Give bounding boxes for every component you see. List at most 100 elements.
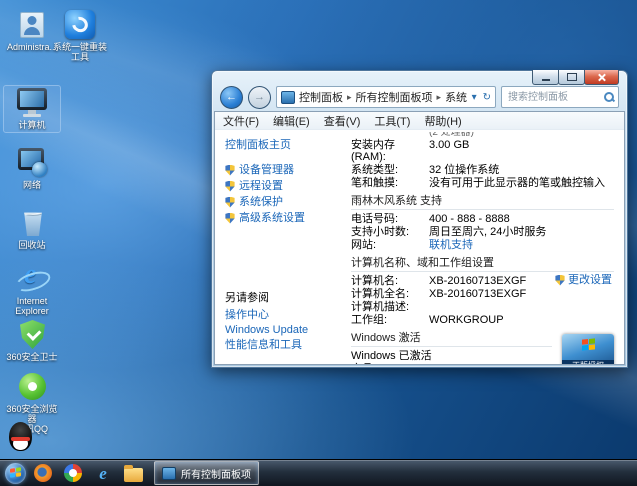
search-icon[interactable] xyxy=(604,92,614,102)
system-icon xyxy=(281,91,295,104)
uac-shield-icon xyxy=(225,197,235,208)
close-icon xyxy=(597,73,606,82)
forward-button[interactable]: → xyxy=(248,86,271,109)
sidebar-item-label: 远程设置 xyxy=(239,180,283,192)
breadcrumb-system[interactable]: 系统 xyxy=(445,89,467,105)
minimize-button[interactable] xyxy=(532,70,559,85)
row-label: 计算机描述: xyxy=(351,301,429,313)
desktop-icon-recycle-bin[interactable]: 回收站 xyxy=(4,206,60,252)
close-button[interactable] xyxy=(584,70,619,85)
sidebar-windows-update[interactable]: Windows Update xyxy=(225,324,308,336)
change-settings-label: 更改设置 xyxy=(568,274,612,286)
taskbar-task-button[interactable]: 所有控制面板项 xyxy=(154,461,259,485)
address-bar: ← → 控制面板 所有控制面板项 系统 xyxy=(212,85,627,109)
clipped-row: (2 处理器) xyxy=(351,132,614,139)
sidebar-performance-tools[interactable]: 性能信息和工具 xyxy=(225,339,308,351)
window-body: 文件(F) 编辑(E) 查看(V) 工具(T) 帮助(H) 控制面板主页 设备管… xyxy=(214,111,625,365)
back-button[interactable]: ← xyxy=(220,86,243,109)
row-value: 3.00 GB xyxy=(429,139,614,163)
row-value: 400 - 888 - 8888 xyxy=(429,213,614,225)
desktop-icon-label: 360安全卫士 xyxy=(4,352,60,362)
product-id-label: 产品 ID: xyxy=(351,363,390,364)
breadcrumb-all-items[interactable]: 所有控制面板项 xyxy=(356,89,433,105)
uac-shield-icon xyxy=(555,275,565,286)
desktop-icon-360-browser[interactable]: 360安全浏览器 xyxy=(4,370,60,426)
desktop-icon-computer[interactable]: 计算机 xyxy=(4,86,60,132)
see-also-section: 另请参阅 操作中心 Windows Update 性能信息和工具 xyxy=(225,292,308,354)
caption-buttons xyxy=(533,70,619,85)
sidebar-system-protection[interactable]: 系统保护 xyxy=(225,196,343,208)
task-button-label: 所有控制面板项 xyxy=(181,466,251,481)
desktop-icon-label: 计算机 xyxy=(4,120,60,130)
desktop-icon-label: 360安全浏览器 xyxy=(4,404,60,424)
internet-explorer-icon xyxy=(16,264,48,294)
start-button[interactable] xyxy=(5,463,26,484)
activation-status-row: Windows 已激活 xyxy=(351,350,552,362)
taskbar-ie-icon[interactable]: e xyxy=(90,461,116,485)
qq-penguin-icon xyxy=(9,422,32,451)
row-label: 电话号码: xyxy=(351,213,429,225)
menu-view[interactable]: 查看(V) xyxy=(324,113,361,129)
sidebar-advanced-settings[interactable]: 高级系统设置 xyxy=(225,212,343,224)
taskbar-orange-browser-icon[interactable] xyxy=(30,461,56,485)
support-row: 电话号码: 400 - 888 - 8888 xyxy=(351,213,614,225)
row-label: 网站: xyxy=(351,239,429,251)
desktop-icon-internet-explorer[interactable]: Internet Explorer xyxy=(4,262,60,318)
support-section: 雨林木风系统 支持 电话号码: 400 - 888 - 8888 支持小时数: … xyxy=(351,195,614,251)
spec-row: 笔和触摸: 没有可用于此显示器的笔或触控输入 xyxy=(351,177,614,189)
breadcrumb[interactable]: 控制面板 所有控制面板项 系统 xyxy=(276,86,496,108)
spec-row: 安装内存(RAM): 3.00 GB xyxy=(351,139,614,163)
name-row: 工作组: WORKGROUP xyxy=(351,314,614,326)
desktop-icon-qq[interactable]: 腾讯QQ xyxy=(4,422,60,436)
maximize-icon xyxy=(567,73,577,81)
genuine-badge-label: 正版授权 xyxy=(562,360,614,364)
maximize-button[interactable] xyxy=(558,70,585,85)
menu-file[interactable]: 文件(F) xyxy=(223,113,259,129)
activation-section: Windows 激活 Windows 已激活 产品 ID: 00426-OEM-… xyxy=(351,332,614,364)
window-content: 控制面板主页 设备管理器 远程设置 系统保护 xyxy=(215,130,624,364)
sidebar-item-label: 系统保护 xyxy=(239,196,283,208)
control-panel-icon xyxy=(162,467,176,480)
minimize-icon xyxy=(542,79,550,81)
row-value: WORKGROUP xyxy=(429,314,614,326)
row-value: XB-20160713EXGF xyxy=(429,288,614,300)
see-also-header: 另请参阅 xyxy=(225,292,308,304)
menu-tools[interactable]: 工具(T) xyxy=(374,113,410,129)
search-box[interactable] xyxy=(501,86,619,108)
menu-bar: 文件(F) 编辑(E) 查看(V) 工具(T) 帮助(H) xyxy=(215,112,624,130)
sidebar-home-link[interactable]: 控制面板主页 xyxy=(225,139,343,151)
reinstall-tool-icon xyxy=(64,10,96,40)
desktop-icon-label: 系统一键重装工具 xyxy=(52,42,108,62)
online-support-link[interactable]: 联机支持 xyxy=(429,239,614,251)
desktop-icon-network[interactable]: 网络 xyxy=(4,146,60,192)
genuine-windows-badge: 正版授权 xyxy=(562,334,614,364)
uac-shield-icon xyxy=(225,213,235,224)
row-label: 计算机名: xyxy=(351,275,429,287)
row-label: 安装内存(RAM): xyxy=(351,139,429,163)
processor-partial-text: (2 处理器) xyxy=(429,132,614,139)
taskbar: e 所有控制面板项 xyxy=(0,459,637,486)
refresh-icon[interactable] xyxy=(483,92,491,103)
sidebar-action-center[interactable]: 操作中心 xyxy=(225,309,308,321)
support-row: 网站: 联机支持 xyxy=(351,239,614,251)
breadcrumb-dropdown-icon[interactable] xyxy=(472,92,477,103)
sidebar-device-manager[interactable]: 设备管理器 xyxy=(225,164,343,176)
change-settings-link[interactable]: 更改设置 xyxy=(555,274,612,286)
sidebar-item-label: 高级系统设置 xyxy=(239,212,305,224)
menu-edit[interactable]: 编辑(E) xyxy=(273,113,310,129)
menu-help[interactable]: 帮助(H) xyxy=(424,113,461,129)
search-input[interactable] xyxy=(506,91,604,104)
desktop-icon-360-safe[interactable]: 360安全卫士 xyxy=(4,318,60,364)
main-content: (2 处理器) 安装内存(RAM): 3.00 GB 系统类型: 32 位操作系… xyxy=(343,130,624,364)
section-title: 雨林木风系统 支持 xyxy=(351,195,614,210)
sidebar-remote-settings[interactable]: 远程设置 xyxy=(225,180,343,192)
desktop-icon-label: 回收站 xyxy=(4,240,60,250)
taskbar-explorer-icon[interactable] xyxy=(120,461,146,485)
taskbar-colorful-browser-icon[interactable] xyxy=(60,461,86,485)
network-icon xyxy=(16,148,48,178)
breadcrumb-control-panel[interactable]: 控制面板 xyxy=(299,89,343,105)
row-value: 没有可用于此显示器的笔或触控输入 xyxy=(429,177,614,189)
activation-status: Windows 已激活 xyxy=(351,350,552,362)
desktop-icon-reinstall-tool[interactable]: 系统一键重装工具 xyxy=(52,8,108,64)
support-row: 支持小时数: 周日至周六, 24小时服务 xyxy=(351,226,614,238)
